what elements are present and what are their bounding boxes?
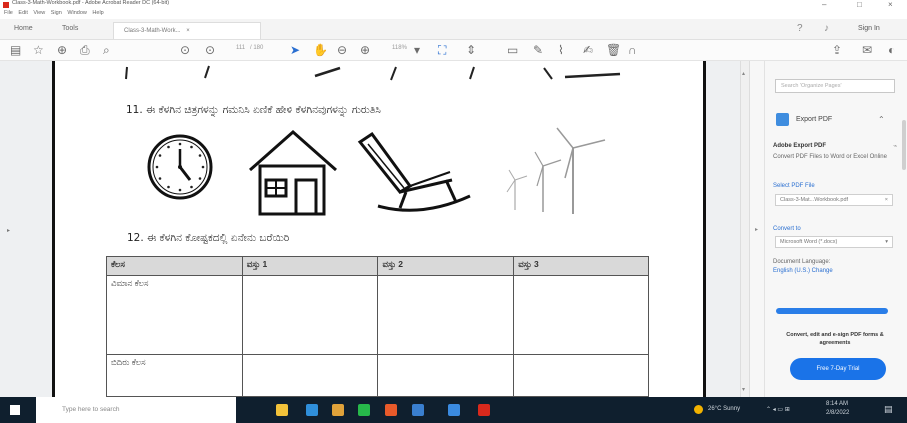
export-pdf-label[interactable]: Export PDF [796,116,832,123]
table-row: ವಿಮಾನ ಕೆಲಸ [106,275,649,355]
table-cell: ವಿಮಾನ ಕೆಲಸ [106,275,243,355]
promo-text: Convert, edit and e-sign PDF forms & agr… [786,332,884,346]
free-trial-button[interactable]: Free 7-Day Trial [790,358,886,380]
house-icon [249,129,337,216]
work-table: ಕೆಲಸ ವಸ್ತು 1 ವಸ್ತು 2 ವಸ್ತು 3 ವಿಮಾನ ಕೆಲಸ … [106,256,649,397]
table-row: ಬಿದಿರು ಕೆಲಸ [106,354,649,397]
convert-format-value: Microsoft Word (*.docx) [780,239,838,245]
document-scrollbar[interactable] [740,61,750,397]
table-cell [377,354,515,397]
whatsapp-icon[interactable] [358,404,370,416]
tools-search-input[interactable]: Search 'Organize Pages' [775,79,895,93]
weather-text[interactable]: 26°C Sunny [708,406,740,412]
table-header: ವಸ್ತು 3 [513,256,649,276]
select-file-label: Select PDF File [773,183,815,189]
store-icon[interactable] [412,404,424,416]
link-icon[interactable]: ⌁ [893,142,897,150]
convert-button[interactable] [776,308,888,314]
clock-icon [147,134,213,200]
browser-icon[interactable] [385,404,397,416]
file-explorer-icon[interactable] [276,404,288,416]
notifications-icon[interactable]: ▤ [884,404,893,415]
export-section-title: Adobe Export PDF [773,143,827,149]
table-cell: ಬಿದಿರು ಕೆಲಸ [106,354,243,397]
panel-scrollbar[interactable] [902,120,906,170]
weather-sun-icon [694,405,703,414]
collapse-panel-icon[interactable]: ▸ [755,226,758,233]
windows-taskbar: Type here to search 26°C Sunny ⌃ ◂ ▭ ⊞ 8… [0,397,907,423]
document-language-value[interactable]: English (U.S.) Change [773,268,833,274]
convert-format-select[interactable]: Microsoft Word (*.docx) ▾ [775,236,893,248]
document-language-label: Document Language: [773,259,831,265]
rocking-chair-icon [357,131,471,212]
question-11-text: 11. ಈ ಕೆಳಗಿನ ಚಿತ್ರಗಳನ್ನು ಗಮನಿಸಿ ಏಣಿಕೆ ಹೇ… [126,104,381,116]
wind-turbines-icon [506,127,606,214]
chevron-up-icon[interactable]: ⌃ [878,115,885,124]
taskbar-search-input[interactable]: Type here to search [36,397,236,423]
export-pdf-icon [776,113,789,126]
export-description: Convert PDF Files to Word or Excel Onlin… [773,154,887,160]
clock-date[interactable]: 2/8/2022 [826,410,849,416]
system-tray-icons[interactable]: ⌃ ◂ ▭ ⊞ [766,406,790,413]
selected-file-field[interactable]: Class-3-Mat...Workbook.pdf × [775,194,893,206]
acrobat-taskbar-icon[interactable] [478,404,490,416]
edge-icon[interactable] [306,404,318,416]
table-cell [377,275,515,355]
convert-to-label: Convert to [773,226,801,232]
table-cell [513,275,649,355]
selected-file-value: Class-3-Mat...Workbook.pdf [780,197,849,203]
table-header: ಕೆಲಸ [106,256,243,276]
scroll-up-icon[interactable]: ▴ [742,70,745,77]
table-cell [241,354,379,397]
panel-separator [764,61,765,397]
table-header-row: ಕೆಲಸ ವಸ್ತು 1 ವಸ್ತು 2 ವಸ್ತು 3 [106,256,649,276]
clock-time[interactable]: 8:14 AM [826,401,848,407]
table-header: ವಸ್ತು 1 [241,256,379,276]
table-cell [513,354,649,397]
chrome-icon[interactable] [332,404,344,416]
scroll-down-icon[interactable]: ▾ [742,386,745,393]
table-header: ವಸ್ತು 2 [377,256,515,276]
clear-icon[interactable]: × [885,197,888,203]
windows-start-icon[interactable] [10,405,20,415]
question-12-text: 12. ಈ ಕೆಳಗಿನ ಕೋಷ್ಟಕದಲ್ಲಿ ಏನೇನು ಬರೆಯಿರಿ [127,232,290,244]
table-cell [241,275,379,355]
mail-icon[interactable] [448,404,460,416]
chevron-down-icon: ▾ [885,239,888,245]
